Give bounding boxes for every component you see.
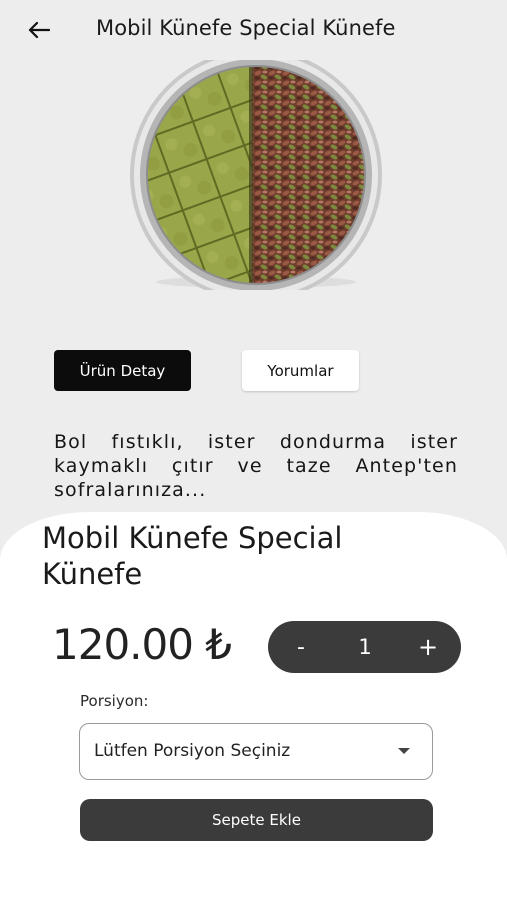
caret-down-icon <box>398 748 410 754</box>
product-description: Bol fıstıklı, ister dondurma ister kayma… <box>54 431 458 501</box>
quantity-value: 1 <box>358 635 372 659</box>
portion-label: Porsiyon: <box>80 692 149 710</box>
product-image <box>130 60 382 290</box>
arrow-left-icon <box>28 21 50 39</box>
product-name: Mobil Künefe Special Künefe <box>42 521 343 591</box>
back-button[interactable] <box>22 14 56 46</box>
quantity-stepper: - 1 + <box>268 621 461 673</box>
portion-dropdown[interactable]: Lütfen Porsiyon Seçiniz <box>79 723 433 780</box>
tab-product-detail[interactable]: Ürün Detay <box>54 350 191 391</box>
product-price: 120.00 ₺ <box>52 620 232 669</box>
decrease-quantity-button[interactable]: - <box>286 621 316 673</box>
page-title: Mobil Künefe Special Künefe <box>96 16 396 40</box>
portion-selected-value: Lütfen Porsiyon Seçiniz <box>94 741 291 761</box>
app-bar: Mobil Künefe Special Künefe <box>0 0 507 60</box>
tab-reviews[interactable]: Yorumlar <box>242 350 359 391</box>
add-to-cart-button[interactable]: Sepete Ekle <box>80 799 433 841</box>
increase-quantity-button[interactable]: + <box>413 621 443 673</box>
